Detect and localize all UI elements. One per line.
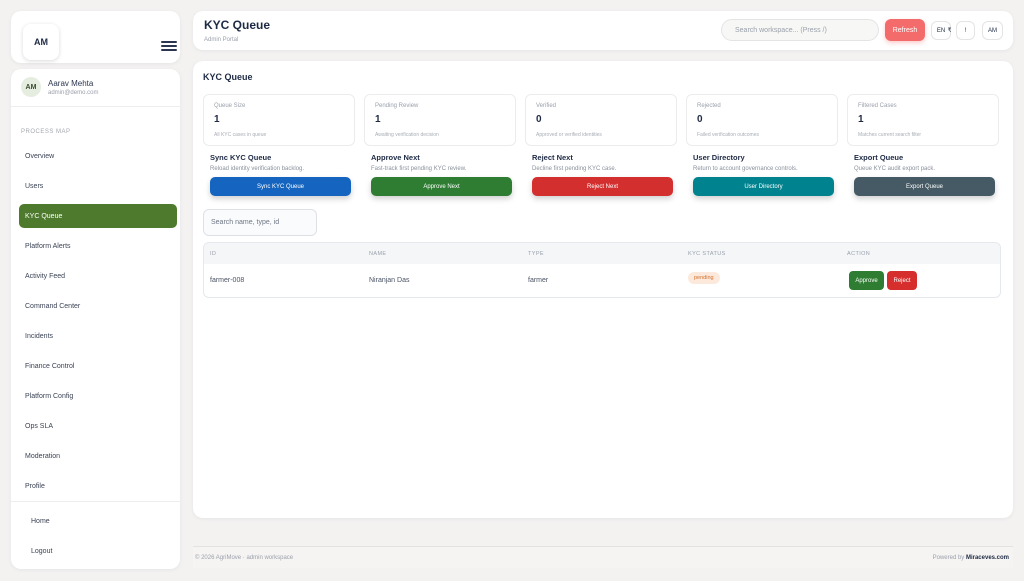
action-desc: Decline first pending KYC case. <box>532 166 617 172</box>
stat-card-pending-review: Pending Review 1 Awaiting verification d… <box>364 94 516 146</box>
divider <box>11 501 180 502</box>
table-search-input[interactable]: Search name, type, id <box>203 209 317 236</box>
powered-prefix: Powered by <box>932 555 965 561</box>
stat-desc: Matches current search filter <box>858 132 922 138</box>
stat-value: 1 <box>375 114 381 125</box>
user-name: Aarav Mehta <box>48 78 94 88</box>
user-email: admin@demo.com <box>48 89 99 96</box>
sidebar-item-incidents[interactable]: Incidents <box>19 324 177 348</box>
stat-desc: Approved or verified identities <box>536 132 602 138</box>
section-label: PROCESS MAP <box>21 129 71 135</box>
approve-button[interactable]: Approve <box>849 271 884 290</box>
workspace-search-input[interactable]: Search workspace... (Press /) <box>721 19 879 41</box>
copyright-text: © 2026 AgriMove · admin workspace <box>195 555 294 561</box>
action-desc: Fast-track first pending KYC review. <box>371 166 467 172</box>
stat-label: Rejected <box>697 103 721 109</box>
page-title: KYC Queue <box>204 18 271 32</box>
sidebar-item-platform-config[interactable]: Platform Config <box>19 384 177 408</box>
stat-desc: All KYC cases in queue <box>214 132 267 138</box>
main-panel: KYC Queue Queue Size 1 All KYC cases in … <box>193 61 1013 518</box>
sidebar-item-activity-feed[interactable]: Activity Feed <box>19 264 177 288</box>
sidebar: AM Aarav Mehta admin@demo.com PROCESS MA… <box>11 69 180 569</box>
action-reject-next: Reject Next Decline first pending KYC ca… <box>532 153 677 196</box>
top-header: KYC Queue Admin Portal Search workspace.… <box>193 11 1013 50</box>
stat-value: 0 <box>536 114 542 125</box>
page-subtitle: Admin Portal <box>204 37 239 43</box>
hamburger-menu-icon[interactable] <box>161 41 177 51</box>
powered-brand-link[interactable]: Miraceves.com <box>966 555 1009 561</box>
stat-label: Verified <box>536 103 557 109</box>
table-row: farmer-008 Niranjan Das farmer pending A… <box>204 264 1000 297</box>
action-export-queue: Export Queue Queue KYC audit export pack… <box>854 153 999 196</box>
action-desc: Reload identity verification backlog. <box>210 166 305 172</box>
sidebar-item-ops-sla[interactable]: Ops SLA <box>19 414 177 438</box>
sidebar-item-logout[interactable]: Logout <box>19 539 177 563</box>
sidebar-item-moderation[interactable]: Moderation <box>19 444 177 468</box>
column-header-action: ACTION <box>847 251 871 257</box>
stat-card-queue-size: Queue Size 1 All KYC cases in queue <box>203 94 355 146</box>
sidebar-nav: Overview Users KYC Queue Platform Alerts… <box>19 144 177 504</box>
status-badge: pending <box>688 272 720 284</box>
avatar[interactable]: AM <box>982 21 1003 40</box>
column-header-type: TYPE <box>528 251 544 257</box>
sidebar-item-overview[interactable]: Overview <box>19 144 177 168</box>
action-desc: Return to account governance controls. <box>693 166 798 172</box>
alert-button[interactable]: ! <box>956 21 975 40</box>
sidebar-item-profile[interactable]: Profile <box>19 474 177 498</box>
sidebar-item-finance-control[interactable]: Finance Control <box>19 354 177 378</box>
sidebar-item-command-center[interactable]: Command Center <box>19 294 177 318</box>
action-title: Sync KYC Queue <box>210 153 272 162</box>
kyc-table: ID NAME TYPE KYC STATUS ACTION farmer-00… <box>203 242 1001 298</box>
export-queue-button[interactable]: Export Queue <box>854 177 995 196</box>
column-header-name: NAME <box>369 251 387 257</box>
approve-next-button[interactable]: Approve Next <box>371 177 512 196</box>
action-title: Approve Next <box>371 153 420 162</box>
stat-card-filtered-cases: Filtered Cases 1 Matches current search … <box>847 94 999 146</box>
action-title: Reject Next <box>532 153 573 162</box>
powered-by: Powered by Miraceves.com <box>933 555 1009 561</box>
stat-label: Pending Review <box>375 103 419 109</box>
user-directory-button[interactable]: User Directory <box>693 177 834 196</box>
table-header: ID NAME TYPE KYC STATUS ACTION <box>204 243 1000 264</box>
page-footer: © 2026 AgriMove · admin workspace Powere… <box>193 546 1013 568</box>
refresh-button[interactable]: Refresh <box>885 19 925 41</box>
stat-label: Queue Size <box>214 103 246 109</box>
stat-value: 0 <box>697 114 703 125</box>
column-header-id: ID <box>210 251 217 257</box>
sidebar-item-users[interactable]: Users <box>19 174 177 198</box>
sidebar-item-kyc-queue[interactable]: KYC Queue <box>19 204 177 228</box>
column-header-kyc-status: KYC STATUS <box>688 251 726 257</box>
currency-selector[interactable]: ₹ <box>945 21 954 40</box>
action-user-directory: User Directory Return to account governa… <box>693 153 838 196</box>
action-sync-kyc-queue: Sync KYC Queue Reload identity verificat… <box>210 153 355 196</box>
action-approve-next: Approve Next Fast-track first pending KY… <box>371 153 516 196</box>
sidebar-item-home[interactable]: Home <box>19 509 177 533</box>
user-profile: AM Aarav Mehta admin@demo.com <box>21 77 98 97</box>
stat-value: 1 <box>214 114 220 125</box>
cell-name: Niranjan Das <box>369 277 410 284</box>
action-title: Export Queue <box>854 153 904 162</box>
stat-card-rejected: Rejected 0 Failed verification outcomes <box>686 94 838 146</box>
reject-next-button[interactable]: Reject Next <box>532 177 673 196</box>
cell-id: farmer-008 <box>210 277 245 284</box>
brand-card: AM <box>11 11 180 63</box>
sidebar-footer-nav: Home Logout <box>19 509 177 569</box>
cell-type: farmer <box>528 277 549 284</box>
stat-desc: Failed verification outcomes <box>697 132 759 138</box>
sync-kyc-queue-button[interactable]: Sync KYC Queue <box>210 177 351 196</box>
action-desc: Queue KYC audit export pack. <box>854 166 936 172</box>
app-logo: AM <box>23 24 59 60</box>
action-title: User Directory <box>693 153 745 162</box>
divider <box>11 106 180 107</box>
stat-value: 1 <box>858 114 864 125</box>
reject-button[interactable]: Reject <box>887 271 917 290</box>
sidebar-item-platform-alerts[interactable]: Platform Alerts <box>19 234 177 258</box>
stat-label: Filtered Cases <box>858 103 897 109</box>
stat-card-verified: Verified 0 Approved or verified identiti… <box>525 94 677 146</box>
stat-desc: Awaiting verification decision <box>375 132 439 138</box>
section-title: KYC Queue <box>203 72 253 82</box>
avatar: AM <box>21 77 41 97</box>
